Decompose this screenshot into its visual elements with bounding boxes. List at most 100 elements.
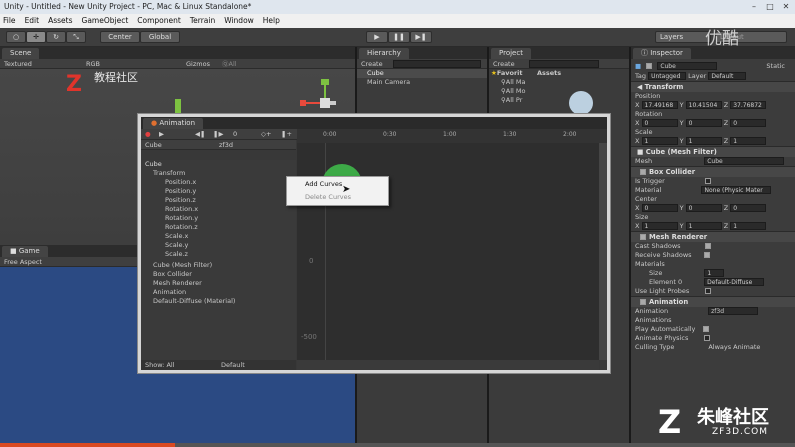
menu-help[interactable]: Help [263,14,280,28]
animation-clip-field[interactable]: zf3d [708,307,759,315]
prev-key-button[interactable]: ◀❚ [195,129,205,139]
tab-hierarchy[interactable]: Hierarchy [359,48,409,59]
time-ruler[interactable]: 0:00 0:30 1:00 1:30 2:00 [297,129,607,143]
project-search-input[interactable] [529,60,599,68]
next-key-button[interactable]: ❚▶ [213,129,223,139]
scale-z-field[interactable]: 1 [730,137,767,145]
position-x-field[interactable]: 17.49168 [641,101,678,109]
animations-foldout[interactable]: Animations [631,316,795,325]
tab-animation[interactable]: ● Animation [143,118,204,129]
animated-object-field[interactable]: Cube [145,141,162,149]
center-y-field[interactable]: 0 [685,204,722,212]
pivot-center-toggle[interactable]: Center [100,31,140,43]
tree-item[interactable]: Mesh Renderer [141,279,296,288]
tree-item[interactable]: Scale.x [141,232,296,241]
size-y-field[interactable]: 1 [685,222,722,230]
add-keyframe-button[interactable]: ◇+ [261,129,271,139]
shading-mode-dropdown[interactable]: Textured [4,60,32,68]
close-button[interactable]: ✕ [779,2,793,12]
clip-dropdown[interactable]: zf3d [219,140,233,150]
time-field[interactable]: 0 [233,129,237,139]
component-header-box-collider[interactable]: Box Collider [631,166,795,177]
component-header-transform[interactable]: ◀ Transform [631,81,795,92]
tree-item[interactable]: Transform [141,169,296,178]
menu-terrain[interactable]: Terrain [190,14,215,28]
project-create-button[interactable]: Create [493,60,515,68]
center-z-field[interactable]: 0 [730,204,767,212]
hierarchy-item[interactable]: Main Camera [357,78,487,87]
menu-window[interactable]: Window [224,14,254,28]
step-button[interactable]: ▶❚ [410,31,432,43]
physic-material-field[interactable]: None (Physic Mater [701,186,772,194]
favorites-item[interactable]: ⚲All Ma [489,78,629,87]
menu-component[interactable]: Component [137,14,181,28]
material-element-field[interactable]: Default-Diffuse [704,278,765,286]
show-filter-dropdown[interactable]: Show: All [145,361,175,369]
video-progress-track[interactable] [0,443,795,447]
menu-assets[interactable]: Assets [48,14,72,28]
gizmo-x-handle[interactable] [300,100,306,106]
scale-x-field[interactable]: 1 [641,137,678,145]
global-local-toggle[interactable]: Global [140,31,180,43]
menu-file[interactable]: File [3,14,16,28]
wrap-mode-dropdown[interactable]: Default [221,360,245,370]
animate-physics-checkbox[interactable] [704,335,711,341]
aspect-dropdown[interactable]: Free Aspect [4,258,42,266]
favorites-item[interactable]: ⚲All Pr [489,96,629,105]
materials-foldout[interactable]: Materials [631,260,795,269]
size-x-field[interactable]: 1 [641,222,678,230]
favorites-item[interactable]: ⚲All Mo [489,87,629,96]
maximize-button[interactable]: □ [763,2,777,12]
component-header-mesh-renderer[interactable]: Mesh Renderer [631,231,795,242]
tree-item[interactable]: Position.x [141,178,296,187]
scale-y-field[interactable]: 1 [685,137,722,145]
render-mode-dropdown[interactable]: RGB [86,59,100,69]
position-y-field[interactable]: 10.41504 [685,101,722,109]
tree-item[interactable]: Box Collider [141,270,296,279]
center-x-field[interactable]: 0 [641,204,678,212]
tree-item[interactable]: Default-Diffuse (Material) [141,297,296,306]
tree-item[interactable]: Position.y [141,187,296,196]
receive-shadows-checkbox[interactable] [703,252,710,258]
hierarchy-search-input[interactable] [393,60,481,68]
hierarchy-item[interactable]: Cube [357,69,487,78]
tab-inspector[interactable]: ⓘ Inspector [633,48,691,59]
tree-item[interactable]: Cube [141,160,296,169]
vertical-scrollbar[interactable] [599,143,607,360]
component-header-mesh-filter[interactable]: ■ Cube (Mesh Filter) [631,146,795,157]
materials-size-field[interactable]: 1 [704,269,725,277]
active-checkbox[interactable] [646,63,653,69]
tree-item[interactable]: Rotation.z [141,223,296,232]
tree-item[interactable]: Position.z [141,196,296,205]
position-z-field[interactable]: 37.76872 [730,101,767,109]
culling-type-dropdown[interactable]: Always Animate [708,343,760,351]
pause-button[interactable]: ❚❚ [388,31,410,43]
play-automatically-checkbox[interactable] [703,326,710,332]
cast-shadows-checkbox[interactable] [704,243,711,249]
gizmo-y-handle[interactable] [321,79,329,85]
animation-enabled-checkbox[interactable] [640,299,646,305]
tree-item[interactable]: Rotation.x [141,205,296,214]
static-checkbox-label[interactable]: Static [766,61,785,72]
gizmo-center-cube[interactable] [320,98,330,108]
record-button[interactable]: ● [145,130,151,138]
add-event-button[interactable]: ❚+ [281,129,292,139]
object-name-field[interactable]: Cube [657,62,718,70]
favorites-label[interactable]: Favorit [497,69,523,77]
box-collider-enabled-checkbox[interactable] [640,169,646,175]
tree-item[interactable]: Scale.y [141,241,296,250]
tree-item[interactable]: Animation [141,288,296,297]
gizmo-x-axis[interactable] [304,102,320,104]
menu-gameobject[interactable]: GameObject [82,14,129,28]
gizmos-dropdown[interactable]: Gizmos [186,59,210,69]
minimize-button[interactable]: – [747,2,761,12]
play-button[interactable]: ▶ [366,31,388,43]
menu-edit[interactable]: Edit [25,14,40,28]
assets-breadcrumb[interactable]: Assets [537,69,561,78]
rotate-tool-button[interactable]: ↻ [46,31,66,43]
tree-item[interactable]: Cube (Mesh Filter) [141,261,296,270]
mesh-renderer-enabled-checkbox[interactable] [640,234,646,240]
asset-thumbnail[interactable] [569,91,593,115]
horizontal-scrollbar[interactable] [297,360,599,370]
tag-dropdown[interactable]: Untagged [648,72,687,80]
